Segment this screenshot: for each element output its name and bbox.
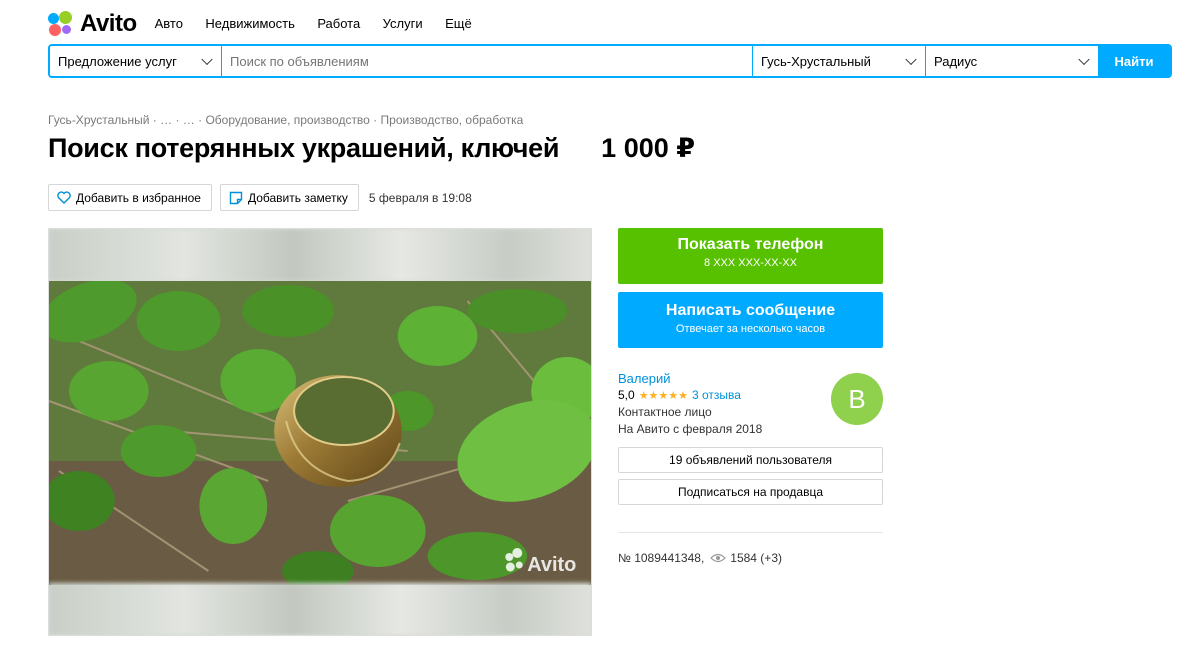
nav-item-more[interactable]: Ещё (445, 16, 472, 31)
photo-blur-bottom (49, 583, 591, 635)
logo-dots-icon (48, 11, 74, 37)
chevron-down-icon (905, 53, 917, 66)
nav-item-jobs[interactable]: Работа (317, 16, 360, 31)
listing-meta: № 1089441348, 1584 (+3) (618, 551, 883, 565)
write-message-label: Написать сообщение (665, 302, 836, 319)
photo-watermark: Avito (527, 554, 576, 576)
price: 1 000 ₽ (601, 133, 696, 163)
page-title: Поиск потерянных украшений, ключей (48, 133, 560, 163)
add-favorite-button[interactable]: Добавить в избранное (48, 184, 212, 211)
contact-panel: Показать телефон 8 XXX XXX-XX-XX Написат… (618, 228, 883, 565)
nav-item-services[interactable]: Услуги (383, 16, 423, 31)
nav-item-auto[interactable]: Авто (155, 16, 183, 31)
avatar[interactable]: В (831, 373, 883, 425)
divider (618, 532, 883, 533)
chevron-down-icon (1078, 53, 1090, 66)
seller-since: На Авито с февраля 2018 (618, 422, 763, 436)
show-phone-button[interactable]: Показать телефон 8 XXX XXX-XX-XX (618, 228, 883, 284)
show-phone-label: Показать телефон (677, 236, 824, 253)
add-note-button[interactable]: Добавить заметку (219, 184, 359, 211)
heart-icon (57, 191, 71, 204)
view-count: 1584 (+3) (730, 551, 782, 565)
category-select-value: Предложение услуг (58, 53, 177, 69)
eye-icon (710, 553, 727, 563)
city-select-value: Гусь-Хрустальный (761, 53, 871, 69)
city-select[interactable]: Гусь-Хрустальный (753, 46, 926, 76)
seller-info: Валерий 5,0 ★★★★★ 3 отзыва Контактное ли… (618, 371, 883, 441)
response-time: Отвечает за несколько часов (675, 323, 826, 335)
radius-select[interactable]: Радиус (926, 46, 1098, 76)
search-bar: Предложение услуг Гусь-Хрустальный Радиу… (48, 44, 1172, 78)
note-icon (229, 191, 243, 204)
subscribe-seller-button[interactable]: Подписаться на продавца (618, 479, 883, 505)
seller-listings-button[interactable]: 19 объявлений пользователя (618, 447, 883, 473)
add-favorite-label: Добавить в избранное (76, 190, 201, 205)
listing-actions: Добавить в избранное Добавить заметку 5 … (48, 184, 472, 211)
add-note-label: Добавить заметку (247, 190, 348, 205)
rating-value: 5,0 (618, 388, 635, 402)
listing-photo[interactable]: Avito (48, 228, 592, 636)
search-input[interactable] (222, 46, 753, 76)
photo-blur-top (49, 229, 591, 281)
listing-number: № 1089441348, (618, 551, 705, 565)
phone-masked: 8 XXX XXX-XX-XX (704, 257, 797, 269)
breadcrumb[interactable]: Гусь-Хрустальный · … · … · Оборудование,… (48, 113, 523, 127)
write-message-button[interactable]: Написать сообщение Отвечает за несколько… (618, 292, 883, 348)
publish-date: 5 февраля в 19:08 (368, 190, 472, 205)
category-select[interactable]: Предложение услуг (50, 46, 222, 76)
chevron-down-icon (201, 53, 213, 66)
main-nav: Авто Недвижимость Работа Услуги Ещё (155, 15, 490, 33)
logo-text: Avito (80, 10, 137, 37)
avito-logo[interactable]: Avito (48, 10, 137, 38)
radius-select-value: Радиус (934, 53, 978, 69)
nav-item-realty[interactable]: Недвижимость (205, 16, 294, 31)
top-nav: Avito Авто Недвижимость Работа Услуги Ещ… (48, 8, 490, 40)
rating-stars-icon: ★★★★★ (638, 389, 688, 402)
title-row: Поиск потерянных украшений, ключей 1 000… (48, 133, 695, 164)
reviews-link[interactable]: 3 отзыва (692, 388, 741, 402)
photo-ring-image: Avito (49, 281, 591, 585)
search-button[interactable]: Найти (1098, 46, 1170, 76)
